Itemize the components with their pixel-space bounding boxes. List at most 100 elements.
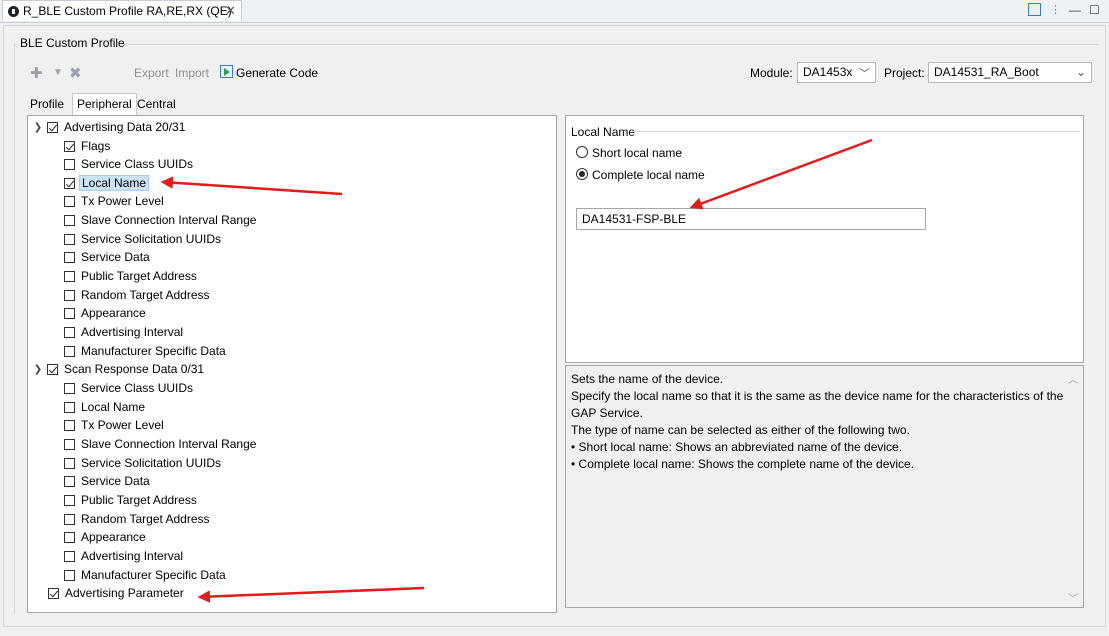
checkbox[interactable] [64,177,75,189]
checkbox[interactable] [47,121,58,133]
tree-node-advertising-data[interactable]: ❯ Advertising Data 20/31 [32,118,187,136]
tree-item[interactable]: Local Name [64,398,147,416]
checkbox[interactable] [48,587,59,599]
short-local-name-radio[interactable] [576,146,588,158]
complete-local-name-radio[interactable] [576,168,588,180]
checkbox[interactable] [64,270,75,282]
add-dropdown-icon[interactable]: ▼ [53,67,63,78]
export-button[interactable]: Export [134,66,169,80]
tree-item[interactable]: Tx Power Level [64,416,166,434]
tree-item[interactable]: Service Class UUIDs [64,155,195,173]
project-select-value: DA14531_RA_Boot [934,65,1039,79]
close-icon[interactable]: ✕ [225,3,236,19]
checkbox[interactable] [64,251,75,263]
tree-item-label: Appearance [81,306,146,320]
tree-item-label: Local Name [81,400,146,414]
tree-item[interactable]: Random Target Address [64,286,212,304]
generate-view-icon[interactable] [1028,3,1041,16]
generate-code-button[interactable]: Generate Code [236,66,318,80]
tree-item[interactable]: Public Target Address [64,491,199,509]
tree-item[interactable]: Manufacturer Specific Data [64,566,228,584]
import-button[interactable]: Import [175,66,209,80]
checkbox[interactable] [64,457,75,469]
tab-profile[interactable]: Profile [26,94,68,114]
short-local-name-label[interactable]: Short local name [592,146,682,160]
tab-central[interactable]: Central [133,94,180,114]
checkbox[interactable] [64,289,75,301]
module-select[interactable]: DA1453x ﹀ [797,62,876,83]
group-border [14,44,15,614]
tree-item-label: Advertising Interval [81,549,184,563]
checkbox[interactable] [64,326,75,338]
editor-tab-title: R_BLE Custom Profile RA,RE,RX (QE) [23,4,232,18]
tree-item-label: Service Data [81,250,150,264]
tree-item[interactable]: Appearance [64,528,148,546]
delete-icon[interactable]: ✖ [69,64,82,82]
checkbox[interactable] [64,345,75,357]
scroll-down-icon[interactable]: ﹀ [1068,590,1078,605]
checkbox[interactable] [64,382,75,394]
add-icon[interactable]: ✚ [30,64,43,82]
complete-local-name-label[interactable]: Complete local name [592,168,705,182]
tree-item[interactable]: Service Solicitation UUIDs [64,230,223,248]
checkbox[interactable] [47,363,58,375]
tab-peripheral[interactable]: Peripheral [72,93,137,115]
chevron-down-icon: ⌄ [1075,65,1086,79]
tree-item-local-name[interactable]: Local Name [64,174,150,192]
checkbox[interactable] [64,214,75,226]
minimize-icon[interactable]: — [1069,3,1081,17]
generate-code-icon[interactable] [220,65,233,78]
checkbox[interactable] [64,569,75,581]
checkbox[interactable] [64,494,75,506]
checkbox[interactable] [64,401,75,413]
more-options-icon[interactable]: ⋮ [1050,3,1061,16]
checkbox[interactable] [64,513,75,525]
tree-node-scan-response[interactable]: ❯ Scan Response Data 0/31 [32,360,206,378]
tree-item[interactable]: Manufacturer Specific Data [64,342,228,360]
editor-tab[interactable]: R_BLE Custom Profile RA,RE,RX (QE) ✕ [2,0,242,21]
tree-item-label: Slave Connection Interval Range [81,437,257,451]
checkbox[interactable] [64,419,75,431]
description-line: • Short local name: Shows an abbreviated… [571,440,903,454]
tree-item[interactable]: Random Target Address [64,510,212,528]
scroll-up-icon[interactable]: ︿ [1068,371,1078,386]
checkbox[interactable] [64,158,75,170]
checkbox[interactable] [64,233,75,245]
description-line: The type of name can be selected as eith… [571,423,910,437]
maximize-icon[interactable]: ☐ [1089,3,1100,17]
tree-item-label: Service Solicitation UUIDs [81,456,222,470]
tree-item[interactable]: Appearance [64,304,148,322]
checkbox[interactable] [64,531,75,543]
checkbox[interactable] [64,307,75,319]
tree-node-label: Advertising Parameter [65,586,184,600]
chevron-down-icon[interactable]: ❯ [32,122,44,133]
renesas-app-icon [8,6,19,17]
tree-item[interactable]: Advertising Interval [64,323,185,341]
tree-item[interactable]: Service Class UUIDs [64,379,195,397]
tree-item[interactable]: Slave Connection Interval Range [64,435,258,453]
checkbox[interactable] [64,195,75,207]
tree-item-label: Service Data [81,474,150,488]
project-label: Project: [884,66,925,80]
group-border [632,131,1080,132]
tree-item-label: Tx Power Level [81,418,164,432]
chevron-down-icon: ﹀ [859,68,870,80]
tree-item[interactable]: Service Data [64,248,152,266]
checkbox[interactable] [64,438,75,450]
tree-item-label: Random Target Address [81,512,210,526]
tree-item-label: Service Class UUIDs [81,381,194,395]
tree-node-advertising-parameter[interactable]: Advertising Parameter [48,584,186,602]
tree-item[interactable]: Slave Connection Interval Range [64,211,258,229]
tree-item[interactable]: Service Data [64,472,152,490]
tree-item[interactable]: Advertising Interval [64,547,185,565]
checkbox[interactable] [64,475,75,487]
checkbox[interactable] [64,140,75,152]
tree-item[interactable]: Service Solicitation UUIDs [64,454,223,472]
checkbox[interactable] [64,550,75,562]
tree-item[interactable]: Public Target Address [64,267,199,285]
tree-item-flags[interactable]: Flags [64,137,112,155]
project-select[interactable]: DA14531_RA_Boot ⌄ [928,62,1092,83]
local-name-input[interactable]: DA14531-FSP-BLE [576,208,926,230]
chevron-down-icon[interactable]: ❯ [32,364,44,375]
tree-item[interactable]: Tx Power Level [64,192,166,210]
